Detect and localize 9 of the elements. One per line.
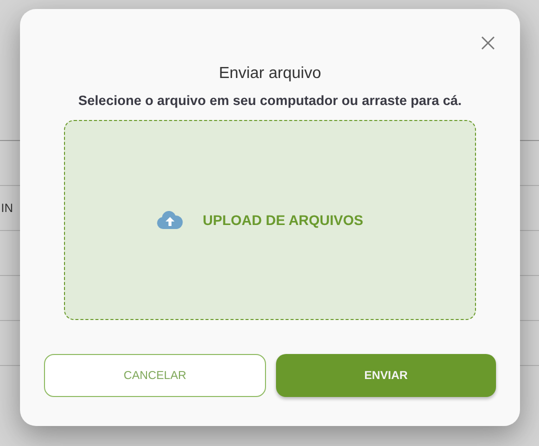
cancel-button[interactable]: CANCELAR <box>44 354 266 397</box>
dropzone[interactable]: UPLOAD DE ARQUIVOS <box>64 120 476 320</box>
send-button[interactable]: ENVIAR <box>276 354 496 397</box>
upload-label: UPLOAD DE ARQUIVOS <box>202 212 364 228</box>
dialog-title: Enviar arquivo <box>218 65 322 83</box>
table-cell: IN <box>0 201 13 215</box>
cloud-upload-icon <box>156 211 183 229</box>
instruction-text: Selecione o arquivo em seu computador ou arraste para cá. <box>78 93 462 108</box>
close-icon[interactable] <box>481 36 495 50</box>
